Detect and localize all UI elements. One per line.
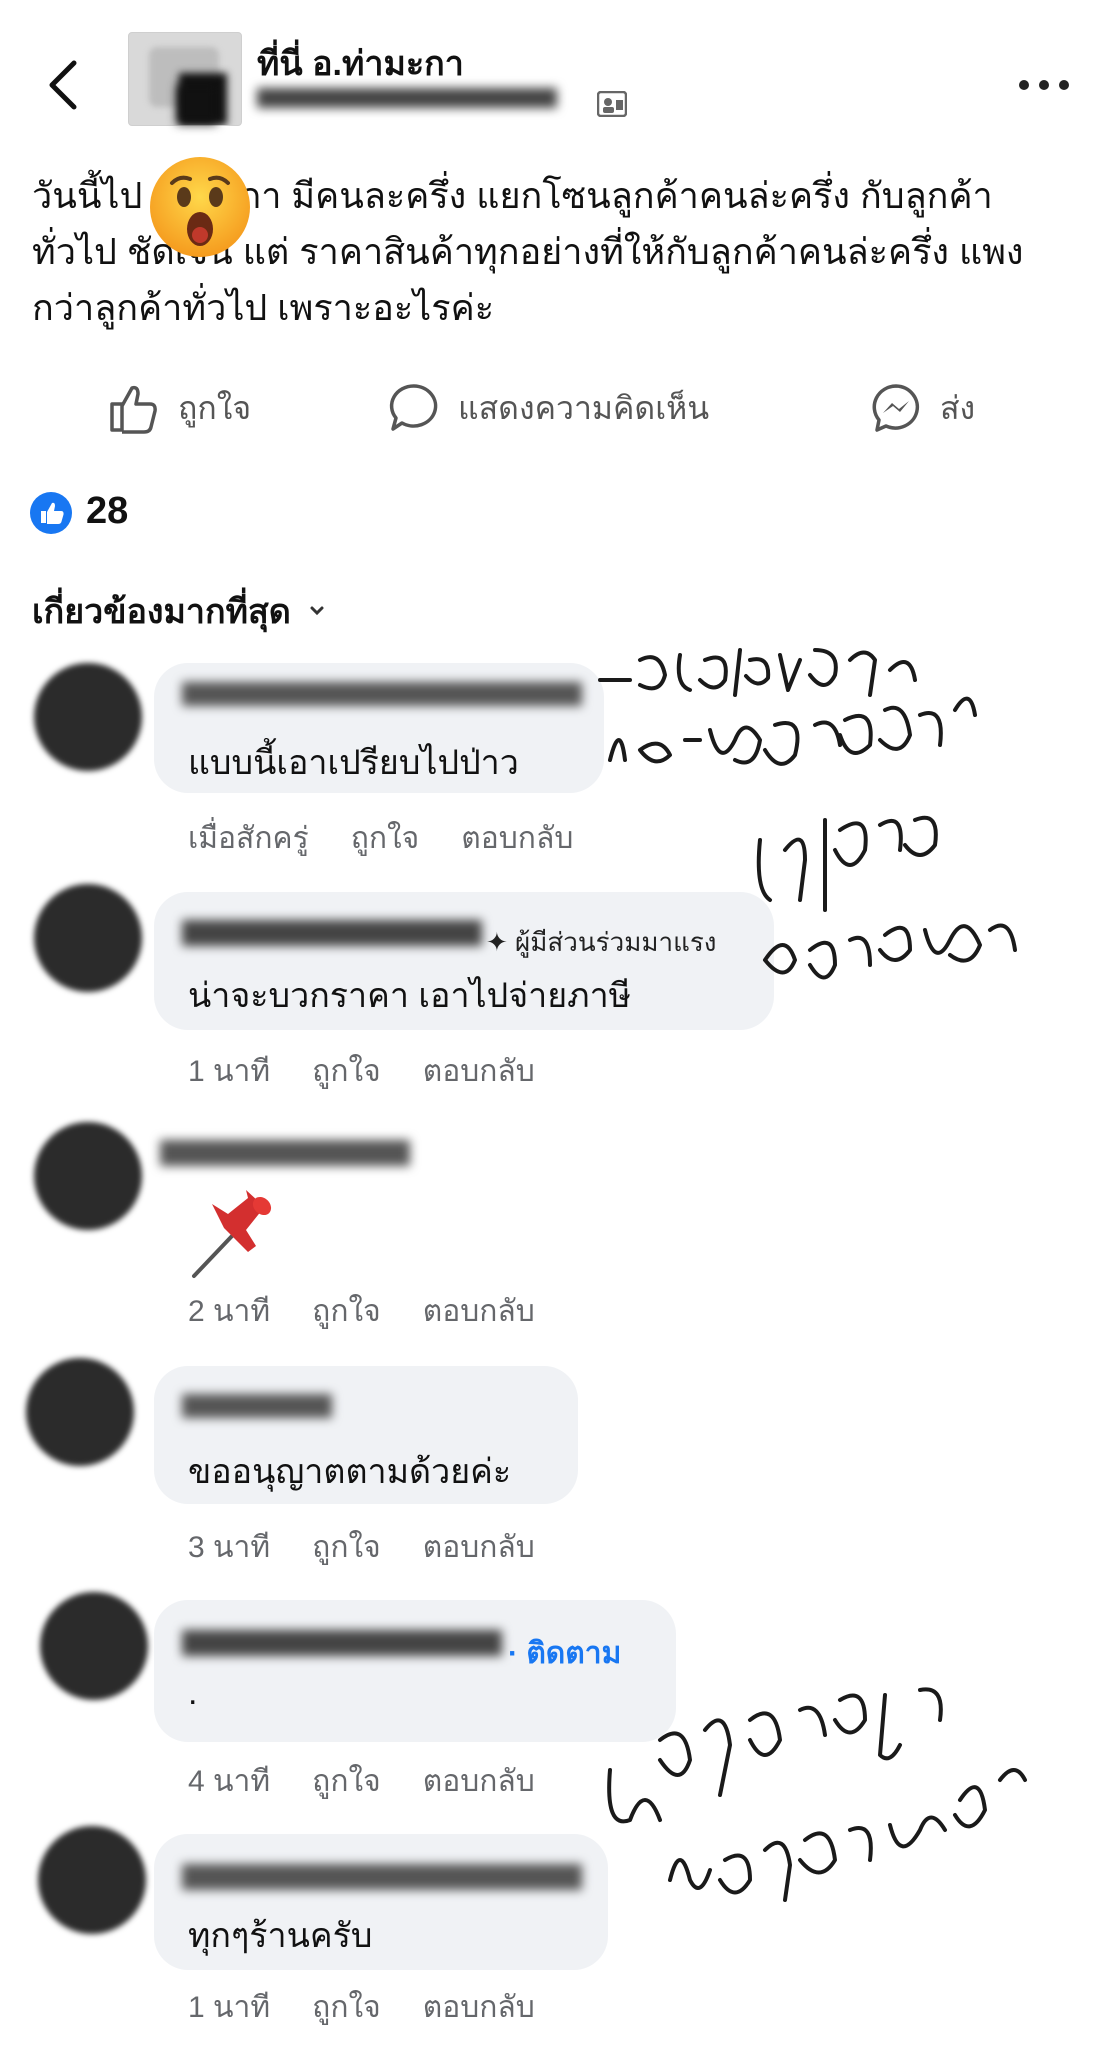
comment-like-link[interactable]: ถูกใจ bbox=[312, 1524, 381, 1571]
share-label: ส่ง bbox=[940, 389, 976, 426]
comment-bubble-icon bbox=[389, 384, 438, 431]
comment-reply-link[interactable]: ตอบกลับ bbox=[423, 1048, 535, 1095]
commenter-avatar[interactable] bbox=[34, 884, 142, 992]
comment-reply-link[interactable]: ตอบกลับ bbox=[423, 1758, 535, 1805]
like-reaction-icon[interactable] bbox=[30, 492, 72, 534]
author-name-redacted[interactable] bbox=[177, 84, 567, 124]
commenter-avatar[interactable] bbox=[38, 1826, 146, 1934]
commenter-name-redacted[interactable] bbox=[182, 1628, 502, 1658]
comment-like-link[interactable]: ถูกใจ bbox=[312, 1288, 381, 1335]
comment-button[interactable]: แสดงความคิดเห็น bbox=[388, 376, 709, 440]
page-title[interactable]: ที่นี่ อ.ท่ามะกา bbox=[257, 36, 464, 90]
share-button[interactable]: ส่ง bbox=[870, 376, 975, 440]
comment-time[interactable]: 3 นาที bbox=[188, 1524, 270, 1571]
like-button[interactable]: ถูกใจ bbox=[108, 376, 251, 440]
comment-meta: 1 นาที ถูกใจ ตอบกลับ bbox=[188, 1984, 535, 2031]
comment-text: . bbox=[188, 1674, 198, 1712]
comment-time[interactable]: 4 นาที bbox=[188, 1758, 270, 1805]
pushpin-sticker-icon bbox=[186, 1184, 286, 1284]
thumbs-up-icon bbox=[110, 385, 157, 434]
commenter-name-redacted[interactable] bbox=[182, 1862, 582, 1892]
comment-sort-dropdown[interactable]: เกี่ยวข้องมากที่สุด bbox=[32, 584, 325, 638]
commenter-avatar[interactable] bbox=[26, 1358, 134, 1466]
comment-time[interactable]: 1 นาที bbox=[188, 1048, 270, 1095]
commenter-name-redacted[interactable] bbox=[182, 918, 482, 948]
comment-reply-link[interactable]: ตอบกลับ bbox=[423, 1524, 535, 1571]
comment-like-link[interactable]: ถูกใจ bbox=[312, 1048, 381, 1095]
comment-time[interactable]: เมื่อสักครู่ bbox=[188, 815, 309, 862]
commenter-avatar[interactable] bbox=[40, 1592, 148, 1700]
chevron-down-icon bbox=[310, 606, 324, 616]
comment-like-link[interactable]: ถูกใจ bbox=[351, 815, 420, 862]
handwritten-note-1 bbox=[598, 648, 977, 766]
top-fan-badge: ✦ ผู้มีส่วนร่วมมาแรง bbox=[486, 927, 717, 957]
comment-meta: 3 นาที ถูกใจ ตอบกลับ bbox=[188, 1524, 535, 1571]
comment-meta: 4 นาที ถูกใจ ตอบกลับ bbox=[188, 1758, 535, 1805]
back-button[interactable] bbox=[40, 55, 90, 115]
handwritten-note-3 bbox=[607, 1687, 1027, 1902]
commenter-avatar[interactable] bbox=[34, 663, 142, 771]
surprised-emoji-icon bbox=[148, 155, 252, 259]
comment-time[interactable]: 1 นาที bbox=[188, 1984, 270, 2031]
messenger-icon bbox=[872, 384, 920, 432]
like-label: ถูกใจ bbox=[178, 389, 252, 426]
commenter-name-redacted[interactable] bbox=[182, 1392, 332, 1422]
comment-like-link[interactable]: ถูกใจ bbox=[312, 1758, 381, 1805]
comment-reply-link[interactable]: ตอบกลับ bbox=[423, 1288, 535, 1335]
comment-reply-link[interactable]: ตอบกลับ bbox=[423, 1984, 535, 2031]
more-options-button[interactable] bbox=[1014, 70, 1074, 100]
comment-text: ขออนุญาตตามด้วยค่ะ bbox=[188, 1453, 512, 1491]
comment-time[interactable]: 2 นาที bbox=[188, 1288, 270, 1335]
comment-text: แบบนี้เอาเปรียบไปป่าว bbox=[188, 744, 519, 782]
comment-text: น่าจะบวกราคา เอาไปจ่ายภาษี bbox=[188, 977, 632, 1015]
commenter-name-redacted[interactable] bbox=[160, 1138, 410, 1168]
chevron-left-icon bbox=[49, 60, 77, 110]
comment-text: ทุกๆร้านครับ bbox=[188, 1917, 373, 1955]
follow-link[interactable]: · ติดตาม bbox=[508, 1630, 621, 1677]
audience-icon bbox=[596, 90, 628, 118]
comment-meta: เมื่อสักครู่ ถูกใจ ตอบกลับ bbox=[188, 815, 573, 862]
comment-label: แสดงความคิดเห็น bbox=[458, 389, 710, 426]
more-dots-icon bbox=[1019, 80, 1069, 90]
reaction-count[interactable]: 28 bbox=[86, 490, 128, 533]
comment-meta: 2 นาที ถูกใจ ตอบกลับ bbox=[188, 1288, 535, 1335]
commenter-name-redacted[interactable] bbox=[182, 678, 582, 708]
commenter-avatar[interactable] bbox=[34, 1122, 142, 1230]
comment-reply-link[interactable]: ตอบกลับ bbox=[461, 815, 573, 862]
comment-meta: 1 นาที ถูกใจ ตอบกลับ bbox=[188, 1048, 535, 1095]
handwritten-note-2 bbox=[756, 815, 1017, 980]
sort-label: เกี่ยวข้องมากที่สุด bbox=[32, 593, 291, 631]
comment-like-link[interactable]: ถูกใจ bbox=[312, 1984, 381, 2031]
